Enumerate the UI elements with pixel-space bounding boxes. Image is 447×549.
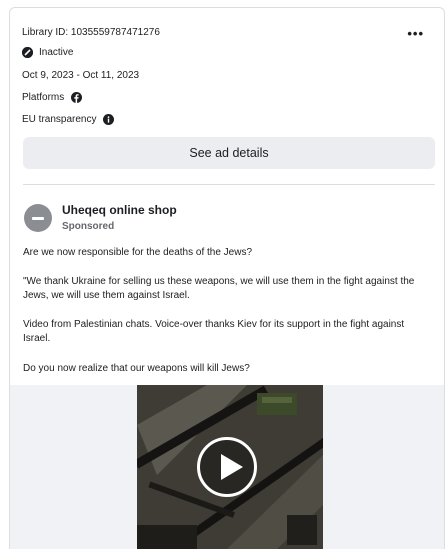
ad-text-paragraph: "We thank Ukraine for selling us these w… [23,276,415,301]
eu-transparency-row[interactable]: EU transparency [22,114,115,125]
date-range: Oct 9, 2023 - Oct 11, 2023 [22,70,140,81]
ad-text-paragraph: Do you now realize that our weapons will… [23,363,250,374]
media-area [10,385,444,549]
more-options-button[interactable]: ••• [407,26,424,41]
video-thumbnail[interactable] [137,385,323,549]
divider [23,184,435,185]
eu-transparency-label: EU transparency [22,114,97,125]
ad-text-paragraph: Are we now responsible for the deaths of… [23,247,253,258]
status-text: Inactive [39,47,74,58]
info-icon[interactable] [103,114,115,125]
play-button[interactable] [197,437,257,497]
ad-card: Library ID: 1035559787471276 ••• Inactiv… [9,7,445,549]
inactive-icon [22,47,33,58]
sponsored-label: Sponsored [62,221,115,232]
play-icon [221,454,243,480]
page-name[interactable]: Uheqeq online shop [62,203,177,217]
platforms-label: Platforms [22,92,65,103]
ad-text-paragraph: Video from Palestinian chats. Voice-over… [23,319,405,344]
facebook-icon [71,92,83,103]
avatar[interactable] [24,204,52,232]
see-ad-details-button[interactable]: See ad details [23,137,435,169]
avatar-minus-icon [32,216,44,220]
platforms-row: Platforms [22,92,83,103]
library-id: Library ID: 1035559787471276 [22,27,160,38]
status-row: Inactive [22,47,73,58]
